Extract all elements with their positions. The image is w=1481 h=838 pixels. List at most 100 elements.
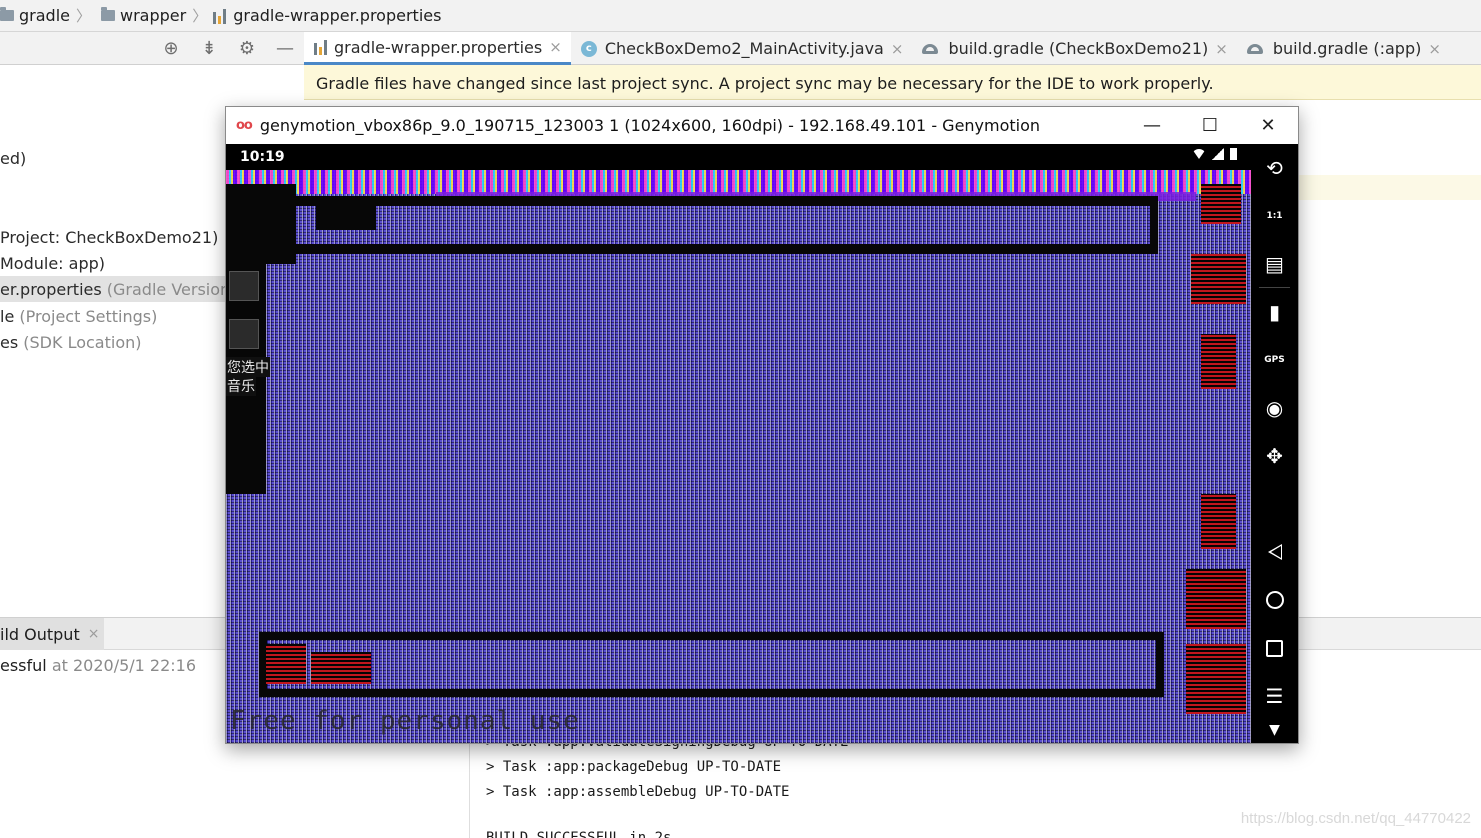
close-button[interactable]: ✕ [1239, 107, 1297, 144]
checkbox[interactable] [229, 319, 259, 349]
tree-item-hint: (Gradle Version) [101, 280, 237, 299]
back-triangle-icon [1267, 544, 1282, 560]
tab-mainactivity-java[interactable]: c CheckBoxDemo2_MainActivity.java × [571, 32, 913, 65]
tab-build-output[interactable]: ild Output × [0, 618, 104, 650]
folder-icon [101, 7, 115, 21]
crosshair-icon[interactable]: ⊕ [160, 38, 182, 60]
tab-label: build.gradle (:app) [1272, 39, 1422, 58]
project-tree-item[interactable]: Project: CheckBoxDemo21) [0, 228, 218, 247]
console-line: > Task :app:assembleDebug UP-TO-DATE [486, 784, 790, 800]
maximize-button[interactable]: ☐ [1181, 107, 1239, 144]
gear-icon[interactable]: ⚙ [236, 38, 258, 60]
rotate-icon[interactable]: ⟲ [1251, 150, 1298, 186]
glitch-block [1156, 632, 1164, 697]
close-icon[interactable]: × [88, 626, 100, 642]
tree-item-label: es [0, 333, 19, 352]
minimize-icon[interactable]: — [274, 38, 296, 60]
genymotion-logo-icon: oo [236, 118, 253, 133]
android-screen[interactable]: 10:19 您选中 音乐 Free for personal use [226, 144, 1251, 743]
java-class-icon: c [580, 40, 597, 57]
tab-build-gradle-project[interactable]: build.gradle (CheckBoxDemo21) × [912, 32, 1236, 65]
glitch-block [1201, 334, 1236, 389]
tab-gradle-wrapper-properties[interactable]: gradle-wrapper.properties × [304, 32, 571, 65]
glitch-block [266, 644, 306, 684]
close-icon[interactable]: × [1428, 40, 1441, 58]
checkbox[interactable] [229, 271, 259, 301]
recents-square-icon [1266, 639, 1283, 657]
breadcrumb-item-wrapper[interactable]: wrapper 〉 [97, 0, 213, 31]
tree-item-hint: (SDK Location) [18, 333, 142, 352]
status-time: 10:19 [240, 149, 285, 165]
breadcrumb: gradle 〉 wrapper 〉 gradle-wrapper.proper… [0, 0, 1481, 32]
gps-label: GPS [1264, 355, 1285, 365]
close-icon[interactable]: × [891, 40, 904, 58]
home-button[interactable] [1251, 582, 1298, 618]
breadcrumb-label: gradle-wrapper.properties [233, 6, 442, 25]
menu-icon[interactable]: ☰ [1251, 678, 1298, 714]
console-line: > Task :app:packageDebug UP-TO-DATE [486, 759, 782, 775]
collapse-icon[interactable]: ⇟ [198, 38, 220, 60]
wifi-icon [1192, 149, 1206, 159]
tree-item-label: er.properties [0, 280, 102, 299]
editor-tabs: gradle-wrapper.properties × c CheckBoxDe… [304, 32, 1450, 65]
scale-button[interactable]: 1:1 [1251, 198, 1298, 234]
breadcrumb-label: gradle [19, 6, 70, 25]
build-status-row[interactable]: essful at 2020/5/1 22:16 [0, 656, 196, 675]
tree-item-label: Module: app) [0, 254, 106, 273]
project-toolbar: ⊕ ⇟ ⚙ — [160, 32, 296, 65]
selection-text-line2: 音乐 [226, 376, 256, 396]
editor-tab-bar: ⊕ ⇟ ⚙ — gradle-wrapper.properties × c Ch… [0, 32, 1481, 65]
recents-button[interactable] [1251, 630, 1298, 666]
project-tree-item[interactable]: ed) [0, 149, 26, 168]
editor-caret-line [1298, 175, 1481, 200]
close-icon[interactable]: × [549, 38, 562, 56]
home-circle-icon [1265, 591, 1284, 609]
glitch-block [1201, 184, 1241, 224]
chevron-right-icon: 〉 [192, 7, 208, 25]
console-line: BUILD SUCCESSFUL in 2s [486, 830, 672, 838]
breadcrumb-item-properties[interactable]: gradle-wrapper.properties [213, 0, 441, 31]
capture-icon[interactable]: ▤ [1251, 246, 1298, 282]
project-tree-item[interactable]: es (SDK Location) [0, 333, 141, 352]
build-tab-label: ild Output [0, 624, 80, 644]
tree-item-label: Project: CheckBoxDemo21) [0, 228, 219, 247]
breadcrumb-item-gradle[interactable]: gradle 〉 [0, 0, 97, 31]
genymotion-sidebar: ⟲ 1:1 ▤ ▮ GPS ◉ ✥ ☰ ▼ [1251, 144, 1298, 743]
properties-icon [213, 8, 227, 24]
tab-label: gradle-wrapper.properties [334, 37, 543, 57]
gradle-sync-banner: Gradle files have changed since last pro… [304, 65, 1481, 100]
watermark: https://blog.csdn.net/qq_44770422 [1240, 810, 1471, 827]
battery-widget-icon[interactable]: ▮ [1251, 294, 1298, 330]
glitch-block [1150, 196, 1158, 254]
project-tree-item[interactable]: Module: app) [0, 254, 105, 273]
properties-icon [314, 39, 328, 55]
glitch-block [259, 632, 1164, 640]
build-status-label: essful [0, 656, 47, 675]
battery-icon [1230, 148, 1237, 160]
glitch-block [1186, 644, 1246, 714]
chevron-right-icon: 〉 [75, 7, 91, 25]
glitch-band [226, 170, 1251, 194]
glitch-block [311, 652, 371, 684]
project-panel: ed) Project: CheckBoxDemo21) Module: app… [0, 65, 236, 617]
gps-button[interactable]: GPS [1251, 342, 1298, 378]
glitch-block [1191, 254, 1246, 304]
corrupted-app-display[interactable] [226, 170, 1251, 743]
camera-icon[interactable]: ◉ [1251, 390, 1298, 426]
genymotion-window[interactable]: oo genymotion_vbox86p_9.0_190715_123003 … [225, 106, 1299, 744]
project-tree-item-selected[interactable]: er.properties (Gradle Version) [0, 276, 236, 302]
move-icon[interactable]: ✥ [1251, 438, 1298, 474]
genymotion-title-bar[interactable]: oo genymotion_vbox86p_9.0_190715_123003 … [226, 107, 1298, 144]
tree-item-label: ed) [0, 149, 27, 168]
tab-build-gradle-app[interactable]: build.gradle (:app) × [1237, 32, 1450, 65]
signal-icon [1212, 148, 1224, 160]
close-icon[interactable]: × [1215, 40, 1228, 58]
back-button[interactable] [1251, 534, 1298, 570]
project-tree-item[interactable]: le (Project Settings) [0, 307, 157, 326]
glitch-block [259, 689, 1164, 697]
glitch-block [1186, 569, 1246, 629]
build-status-time: at 2020/5/1 22:16 [46, 656, 197, 675]
minimize-button[interactable]: — [1123, 107, 1181, 144]
more-chevron-down-icon[interactable]: ▼ [1251, 712, 1298, 748]
tab-label: build.gradle (CheckBoxDemo21) [948, 39, 1209, 58]
